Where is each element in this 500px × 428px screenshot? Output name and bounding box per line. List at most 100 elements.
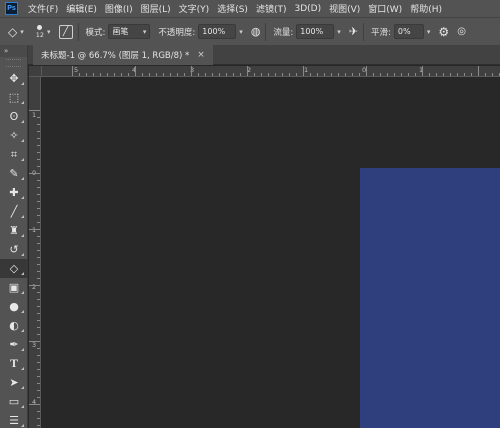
ruler-label: 5 <box>74 66 79 74</box>
chevron-down-icon[interactable]: ▾ <box>337 28 341 36</box>
ruler-tick <box>485 73 486 76</box>
mode-select[interactable]: 画笔 ▾ <box>108 24 151 39</box>
crop-tool-icon[interactable]: ⌗ <box>0 145 28 164</box>
history-brush-tool-icon[interactable]: ↺ <box>0 240 28 259</box>
quick-select-tool-icon[interactable]: ✧ <box>0 126 28 145</box>
vertical-ruler[interactable]: 1 0 1 2 3 4 <box>29 77 41 428</box>
menu-window[interactable]: 窗口(W) <box>364 2 406 15</box>
eraser-preset-icon[interactable]: ◇ <box>8 25 17 39</box>
menu-file[interactable]: 文件(F) <box>24 2 62 15</box>
chevron-down-icon[interactable]: ▾ <box>239 28 243 36</box>
menu-select[interactable]: 选择(S) <box>213 2 252 15</box>
ruler-tick <box>72 66 73 76</box>
rectangle-tool-icon[interactable]: ▭ <box>0 392 28 411</box>
brush-tool-icon[interactable]: ╱ <box>0 202 28 221</box>
divider <box>363 22 365 41</box>
ruler-tick <box>275 73 276 76</box>
healing-brush-tool-icon[interactable]: ✚ <box>0 183 28 202</box>
ruler-tick <box>240 73 241 76</box>
airbrush-icon[interactable]: ✈ <box>349 25 358 38</box>
divider <box>265 22 267 41</box>
opacity-input[interactable]: 100% <box>198 24 237 39</box>
pressure-size-icon[interactable]: ◎ <box>457 26 466 37</box>
mode-label: 模式: <box>85 27 106 38</box>
ruler-tick <box>37 117 40 118</box>
close-icon[interactable]: × <box>197 50 205 60</box>
photoshop-logo-icon: Ps <box>5 2 18 15</box>
ruler-tick <box>37 124 40 125</box>
ruler-tick <box>331 73 332 76</box>
ruler-label: 1 <box>304 66 309 74</box>
smoothing-input[interactable]: 0% <box>393 24 424 39</box>
brush-size-picker[interactable]: 12 <box>36 24 44 39</box>
ruler-tick <box>471 73 472 76</box>
menu-help[interactable]: 帮助(H) <box>406 2 446 15</box>
menu-image[interactable]: 图像(I) <box>101 2 137 15</box>
blur-tool-icon[interactable]: ● <box>0 297 28 316</box>
ruler-label: 1 <box>32 226 37 234</box>
ruler-tick <box>37 320 40 321</box>
ruler-tick <box>436 73 437 76</box>
ruler-tick <box>443 73 444 76</box>
ruler-tick <box>114 73 115 76</box>
ruler-tick <box>205 73 206 76</box>
ruler-tick <box>415 73 416 76</box>
document-tab[interactable]: 未标题-1 @ 66.7% (图层 1, RGB/8) * × <box>33 45 213 65</box>
dodge-tool-icon[interactable]: ◐ <box>0 316 28 335</box>
menu-view[interactable]: 视图(V) <box>325 2 364 15</box>
clone-stamp-tool-icon[interactable]: ♜ <box>0 221 28 240</box>
ruler-tick <box>37 208 40 209</box>
menu-type[interactable]: 文字(Y) <box>175 2 214 15</box>
chevron-down-icon[interactable]: ▾ <box>47 28 51 36</box>
collapse-panel-icon[interactable]: » <box>0 45 27 57</box>
menu-layer[interactable]: 图层(L) <box>137 2 175 15</box>
ruler-tick <box>464 73 465 76</box>
pressure-opacity-icon[interactable]: ◍ <box>251 25 261 38</box>
eraser-tool-icon[interactable]: ◇ <box>0 259 28 278</box>
horizontal-ruler[interactable]: 5 4 3 2 1 0 1 <box>42 66 500 77</box>
eyedropper-tool-icon[interactable]: ✎ <box>0 164 28 183</box>
ruler-tick <box>380 73 381 76</box>
mode-value: 画笔 <box>112 27 129 36</box>
ruler-tick <box>37 418 40 419</box>
ruler-tick <box>37 264 40 265</box>
ruler-tick <box>352 73 353 76</box>
type-tool-icon[interactable]: T <box>0 354 28 373</box>
canvas-workspace[interactable] <box>42 77 500 428</box>
ruler-tick <box>37 201 40 202</box>
document-canvas[interactable] <box>360 168 500 428</box>
opacity-value: 100% <box>202 27 226 36</box>
move-tool-icon[interactable]: ✥ <box>0 69 28 88</box>
ruler-tick <box>37 355 40 356</box>
ruler-tick <box>254 73 255 76</box>
ruler-tick <box>37 362 40 363</box>
gear-icon[interactable]: ⚙ <box>438 25 449 39</box>
chevron-down-icon[interactable]: ▾ <box>427 28 431 36</box>
chevron-down-icon[interactable]: ▾ <box>20 28 24 36</box>
lasso-tool-icon[interactable]: ʘ <box>0 107 28 126</box>
ruler-tick <box>450 73 451 76</box>
ruler-tick <box>233 73 234 76</box>
ruler-tick <box>457 73 458 76</box>
brush-panel-icon[interactable]: ╱ <box>58 24 73 39</box>
ruler-tick <box>37 390 40 391</box>
ruler-tick <box>29 173 40 174</box>
tools-panel: » ✥ ⬚ ʘ ✧ ⌗ ✎ ✚ ╱ ♜ ↺ ◇ ▣ ● ◐ ✒ T ➤ ▭ ☰ <box>0 45 28 428</box>
ruler-tick <box>429 73 430 76</box>
panel-drag-handle[interactable] <box>6 59 21 67</box>
ruler-tick <box>37 131 40 132</box>
ruler-tick <box>142 73 143 76</box>
ruler-tick <box>37 271 40 272</box>
pen-tool-icon[interactable]: ✒ <box>0 335 28 354</box>
flow-input[interactable]: 100% <box>296 24 335 39</box>
document-tab-bar: 未标题-1 @ 66.7% (图层 1, RGB/8) * × <box>28 45 500 65</box>
ruler-tick <box>29 404 40 405</box>
menu-edit[interactable]: 编辑(E) <box>62 2 101 15</box>
hand-tool-icon[interactable]: ☰ <box>0 411 28 428</box>
ruler-origin[interactable] <box>29 66 42 77</box>
menu-filter[interactable]: 滤镜(T) <box>252 2 291 15</box>
menu-3d[interactable]: 3D(D) <box>290 4 325 14</box>
gradient-tool-icon[interactable]: ▣ <box>0 278 28 297</box>
path-selection-tool-icon[interactable]: ➤ <box>0 373 28 392</box>
marquee-tool-icon[interactable]: ⬚ <box>0 88 28 107</box>
